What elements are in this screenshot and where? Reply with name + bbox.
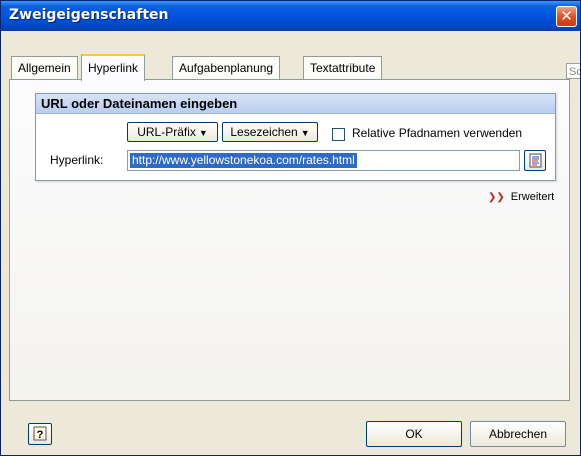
tab-aufgabenplanung[interactable]: Aufgabenplanung — [172, 56, 281, 79]
dialog-title: Zweigeigenschaften — [9, 7, 169, 23]
relative-paths-checkbox[interactable] — [332, 128, 345, 141]
bookmarks-dropdown[interactable]: Lesezeichen ▼ — [222, 122, 318, 142]
group-header: URL oder Dateinamen eingeben — [36, 94, 555, 114]
relative-paths-label[interactable]: Relative Pfadnamen verwenden — [352, 126, 522, 140]
ok-button[interactable]: OK — [366, 421, 462, 447]
tab-textattribute[interactable]: Textattribute — [303, 56, 383, 79]
caret-down-icon: ▼ — [300, 128, 310, 138]
tab-hyperlink[interactable]: Hyperlink — [81, 54, 146, 81]
help-icon: ? — [33, 426, 47, 441]
url-group: URL oder Dateinamen eingeben URL-Präfix ▼… — [35, 93, 556, 181]
hyperlink-input[interactable]: http://www.yellowstonekoa.com/rates.html — [127, 150, 520, 171]
advanced-toggle[interactable]: ❯❯ Erweitert — [488, 191, 554, 203]
cancel-label: Abbrechen — [488, 427, 548, 441]
cancel-button[interactable]: Abbrechen — [470, 421, 566, 447]
close-button[interactable]: ✕ — [556, 6, 577, 27]
tab-label: Aufgabenplanung — [179, 61, 274, 75]
close-icon: ✕ — [560, 7, 573, 25]
bookmarks-label: Lesezeichen — [230, 125, 298, 139]
browse-button[interactable] — [524, 150, 546, 171]
group-title: URL oder Dateinamen eingeben — [41, 96, 238, 111]
browse-file-icon — [529, 153, 542, 168]
properties-dialog: Zweigeigenschaften ✕ Allgemein Hyperlink… — [0, 0, 581, 456]
url-prefix-dropdown[interactable]: URL-Präfix ▼ — [127, 122, 218, 142]
tab-overflow-text: Schli — [569, 66, 581, 78]
url-prefix-label: URL-Präfix — [137, 125, 196, 139]
hyperlink-selected-text: http://www.yellowstonekoa.com/rates.html — [130, 153, 357, 168]
tab-label: Textattribute — [310, 61, 376, 75]
tab-label: Allgemein — [18, 61, 71, 75]
svg-text:?: ? — [37, 429, 44, 441]
chevron-double-down-icon: ❯❯ — [488, 192, 505, 203]
tab-allgemein[interactable]: Allgemein — [11, 56, 78, 79]
ok-label: OK — [405, 427, 423, 441]
caret-down-icon: ▼ — [198, 128, 208, 138]
title-bar[interactable]: Zweigeigenschaften ✕ — [1, 1, 580, 31]
hyperlink-label: Hyperlink: — [50, 153, 104, 167]
advanced-label: Erweitert — [510, 191, 555, 203]
help-button[interactable]: ? — [28, 423, 52, 445]
tab-overflow-field[interactable]: Schli — [566, 63, 581, 79]
tab-label: Hyperlink — [88, 61, 139, 75]
